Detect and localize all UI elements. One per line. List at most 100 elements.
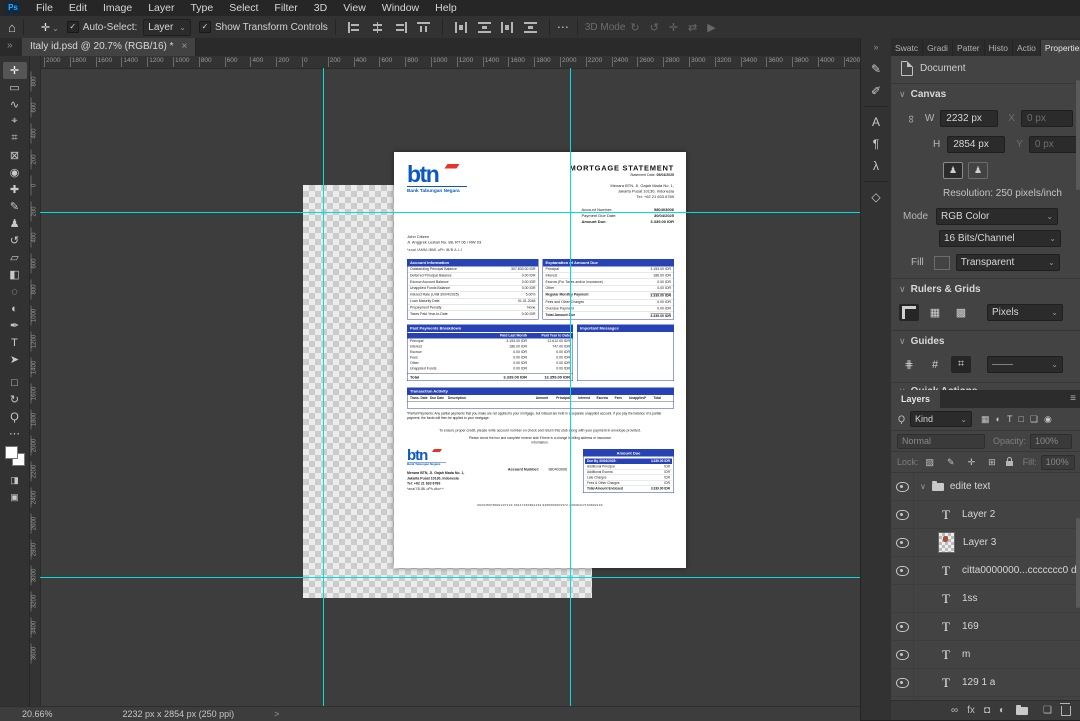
- clone-stamp-tool-icon[interactable]: ♟: [3, 215, 27, 232]
- menu-item-image[interactable]: Image: [95, 2, 140, 14]
- clear-guides-icon[interactable]: ⌗: [951, 356, 971, 373]
- close-tab-icon[interactable]: ×: [182, 41, 188, 52]
- zoom-level-field[interactable]: 20.66%: [22, 709, 53, 719]
- align-top-edges-icon[interactable]: [416, 21, 430, 33]
- brush-tool-icon[interactable]: ✎: [3, 198, 27, 215]
- pen-tool-icon[interactable]: ✒: [3, 317, 27, 334]
- filter-toggle-icon[interactable]: ◉: [1044, 414, 1052, 425]
- link-dimensions-icon[interactable]: ∞: [905, 115, 917, 123]
- lock-artboard-icon[interactable]: ⊞: [988, 457, 996, 468]
- layer-filter-dropdown[interactable]: Kind ⌄: [910, 411, 973, 427]
- gradient-tool-icon[interactable]: ◧: [3, 266, 27, 283]
- filter-smart-objects-icon[interactable]: ❏: [1030, 414, 1038, 425]
- color-mode-dropdown[interactable]: RGB Color ⌄: [936, 208, 1059, 225]
- eraser-tool-icon[interactable]: ▱: [3, 249, 27, 266]
- fill-dropdown[interactable]: Transparent ⌄: [955, 254, 1060, 271]
- lock-transparent-icon[interactable]: ▨: [926, 457, 935, 468]
- menu-item-select[interactable]: Select: [221, 2, 266, 14]
- properties-scrollbar[interactable]: [1076, 80, 1080, 190]
- guide-horizontal[interactable]: [40, 577, 860, 578]
- layer-row[interactable]: T Layer 2: [891, 501, 1080, 529]
- crop-tool-icon[interactable]: ⌗: [3, 130, 27, 147]
- chevron-down-icon[interactable]: ∨: [899, 89, 906, 100]
- distribute-horizontal-icon[interactable]: [454, 21, 468, 33]
- filter-pixel-layers-icon[interactable]: ▦: [981, 414, 990, 425]
- visibility-toggle[interactable]: [891, 501, 914, 528]
- layer-row[interactable]: Layer 3: [891, 529, 1080, 557]
- color-swatches[interactable]: [4, 446, 25, 466]
- healing-brush-tool-icon[interactable]: ✚: [3, 181, 27, 198]
- lock-all-icon[interactable]: [1005, 457, 1013, 466]
- canvas-height-field[interactable]: 2854 px: [947, 136, 1006, 153]
- align-horizontal-centers-icon[interactable]: [371, 21, 384, 33]
- brush-settings-panel-icon[interactable]: ✎: [864, 58, 888, 80]
- visibility-toggle[interactable]: [891, 641, 914, 668]
- paragraph-panel-icon[interactable]: ¶: [864, 133, 888, 155]
- toggle-smart-guides-icon[interactable]: #: [925, 356, 945, 373]
- layer-effects-icon[interactable]: fx: [967, 705, 975, 716]
- layers-panel-menu-icon[interactable]: ≡: [1070, 393, 1076, 404]
- auto-select-checkbox[interactable]: ✓: [66, 21, 79, 33]
- distribute-centers-v-icon[interactable]: [523, 21, 537, 33]
- lock-paint-icon[interactable]: ✎: [947, 457, 955, 468]
- frame-tool-icon[interactable]: ⊠: [3, 147, 27, 164]
- layer-row[interactable]: ∨ edite text: [891, 473, 1080, 501]
- lock-position-icon[interactable]: ✛: [968, 457, 976, 468]
- menu-item-type[interactable]: Type: [182, 2, 221, 14]
- visibility-toggle[interactable]: [891, 557, 914, 584]
- foreground-color-swatch[interactable]: [4, 446, 18, 459]
- blur-tool-icon[interactable]: ◌: [3, 283, 27, 300]
- type-tool-icon[interactable]: T: [3, 334, 27, 351]
- panel-tab-histo[interactable]: Histo: [985, 40, 1014, 56]
- menu-item-edit[interactable]: Edit: [61, 2, 95, 14]
- delete-layer-icon[interactable]: [1060, 702, 1071, 716]
- layer-row[interactable]: Tm: [891, 641, 1080, 669]
- toggle-guides-icon[interactable]: ⋕: [899, 356, 919, 373]
- visibility-toggle[interactable]: [891, 613, 914, 640]
- new-group-icon[interactable]: [1016, 704, 1029, 715]
- auto-select-target-dropdown[interactable]: Layer ⌄: [143, 18, 191, 36]
- move-tool-icon[interactable]: ✛: [2, 62, 27, 79]
- guide-vertical[interactable]: [570, 68, 571, 706]
- chevron-down-icon[interactable]: ∨: [899, 336, 906, 347]
- filter-type-layers-icon[interactable]: T: [1007, 414, 1013, 424]
- home-icon[interactable]: ⌂: [8, 20, 16, 35]
- layer-row[interactable]: T 1ss: [891, 585, 1080, 613]
- adjustment-layer-icon[interactable]: ◐: [999, 705, 1005, 716]
- menu-item-help[interactable]: Help: [427, 2, 465, 14]
- bit-depth-dropdown[interactable]: 16 Bits/Channel ⌄: [939, 230, 1061, 247]
- fill-swatch[interactable]: [933, 255, 950, 270]
- visibility-toggle[interactable]: [891, 669, 914, 696]
- layers-scrollbar[interactable]: [1076, 518, 1080, 608]
- panel-tab-actio[interactable]: Actio: [1013, 40, 1041, 56]
- brushes-panel-icon[interactable]: ✐: [864, 80, 888, 102]
- menu-item-file[interactable]: File: [28, 2, 61, 14]
- vertical-ruler[interactable]: 800 600 400 200 0 200 400 600 800 1000 1200 1400 160…: [30, 56, 41, 706]
- canvas-width-field[interactable]: 2232 px: [940, 110, 999, 127]
- toolbar-collapse-icon[interactable]: »: [7, 40, 13, 51]
- guide-horizontal[interactable]: [40, 212, 860, 213]
- toggle-pixel-grid-icon[interactable]: ▩: [951, 304, 971, 321]
- document-tab[interactable]: Italy id.psd @ 20.7% (RGB/16) * ×: [22, 38, 197, 56]
- shape-tool[interactable]: □: [3, 374, 27, 391]
- landscape-orientation-button[interactable]: ♟: [968, 162, 988, 179]
- object-selection-tool-icon[interactable]: ⌖: [3, 113, 27, 130]
- visibility-toggle[interactable]: [891, 529, 914, 556]
- menu-item-filter[interactable]: Filter: [266, 2, 305, 14]
- filter-shape-layers-icon[interactable]: □: [1018, 414, 1023, 424]
- dodge-tool-icon[interactable]: ◐: [3, 300, 27, 317]
- marquee-tool-icon[interactable]: ▭: [3, 79, 27, 96]
- guide-style-dropdown[interactable]: ——— ⌄: [987, 356, 1063, 373]
- distribute-vertical-icon[interactable]: [477, 21, 491, 33]
- quick-mask-icon[interactable]: ◨: [3, 472, 27, 489]
- layer-row[interactable]: T 169: [891, 613, 1080, 641]
- layer-row[interactable]: T 129 1 a: [891, 669, 1080, 697]
- ruler-units-dropdown[interactable]: Pixels ⌄: [987, 304, 1063, 321]
- panel-tab-patter[interactable]: Patter: [953, 40, 985, 56]
- toggle-grid-icon[interactable]: ▦: [925, 304, 945, 321]
- distribute-centers-h-icon[interactable]: [500, 21, 514, 33]
- layer-mask-icon[interactable]: ◘: [984, 705, 990, 716]
- panel-tab-properties[interactable]: Properties: [1040, 40, 1080, 56]
- menu-item-view[interactable]: View: [335, 2, 374, 14]
- more-options-icon[interactable]: ⋯: [557, 20, 570, 34]
